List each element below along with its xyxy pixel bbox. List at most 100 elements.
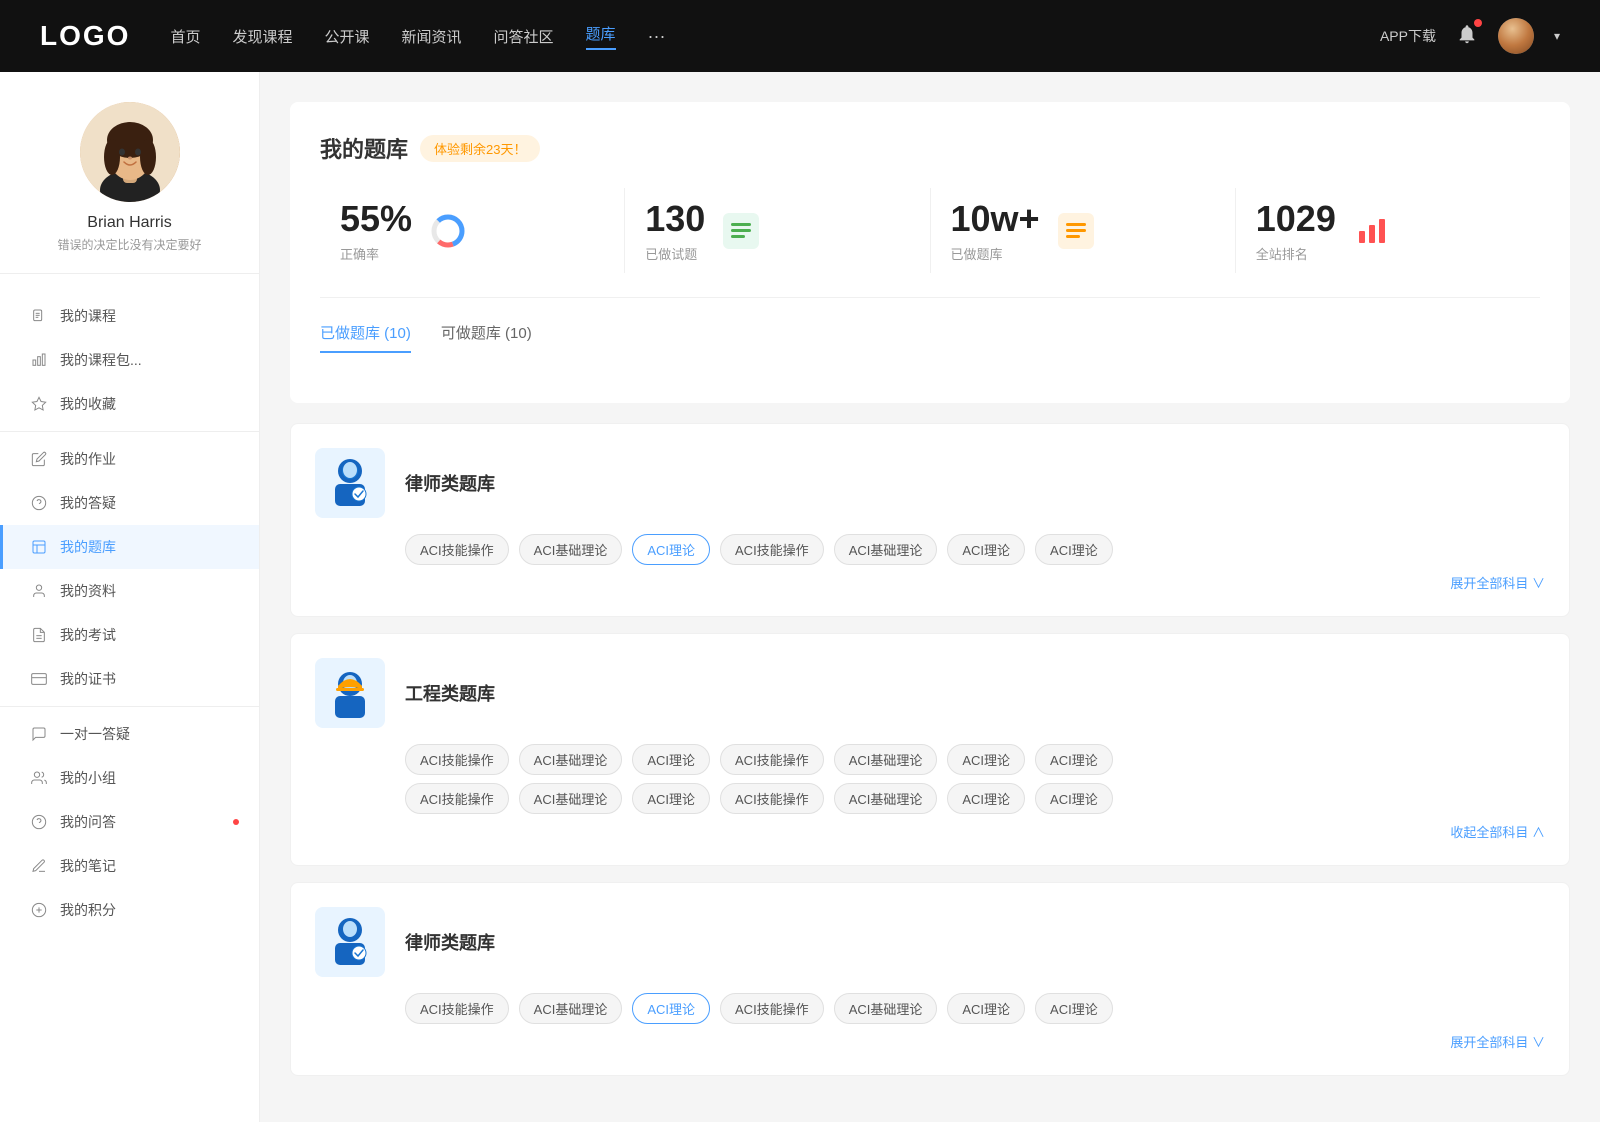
sidebar-label-points: 我的积分 xyxy=(60,900,116,920)
logo: LOGO xyxy=(40,20,130,52)
bank-expand-0[interactable]: 展开全部科目 ∨ xyxy=(315,573,1545,592)
bank-tag-s1-3[interactable]: ACI技能操作 xyxy=(720,783,824,814)
sidebar-item-course-package[interactable]: 我的课程包... xyxy=(0,338,259,382)
user-avatar-header[interactable] xyxy=(1498,18,1534,54)
nav-home[interactable]: 首页 xyxy=(170,26,200,47)
stat-rank-info: 1029 全站排名 xyxy=(1256,198,1336,263)
stat-questions-info: 130 已做试题 xyxy=(645,198,705,263)
sidebar-item-courses[interactable]: 我的课程 xyxy=(0,294,259,338)
bank-section-0: 律师类题库 ACI技能操作 ACI基础理论 ACI理论 ACI技能操作 ACI基… xyxy=(290,423,1570,617)
bank-tag-1-5[interactable]: ACI理论 xyxy=(947,744,1025,775)
stats-card: 我的题库 体验剩余23天！ 55% 正确率 xyxy=(290,102,1570,403)
bank-tag-2-1[interactable]: ACI基础理论 xyxy=(519,993,623,1024)
bank-tag-s1-4[interactable]: ACI基础理论 xyxy=(834,783,938,814)
one-on-one-icon xyxy=(30,725,48,743)
main-content: 我的题库 体验剩余23天！ 55% 正确率 xyxy=(260,72,1600,1122)
nav-courses[interactable]: 发现课程 xyxy=(232,26,292,47)
sidebar-item-favorites[interactable]: 我的收藏 xyxy=(0,382,259,426)
list-orange-icon xyxy=(1056,211,1096,251)
bank-tag-1-2[interactable]: ACI理论 xyxy=(632,744,710,775)
avatar-image xyxy=(1498,18,1534,54)
sidebar-item-one-on-one[interactable]: 一对一答疑 xyxy=(0,712,259,756)
bank-tag-s1-2[interactable]: ACI理论 xyxy=(632,783,710,814)
bank-section-2: 律师类题库 ACI技能操作 ACI基础理论 ACI理论 ACI技能操作 ACI基… xyxy=(290,882,1570,1076)
bank-tags-second-1: ACI技能操作 ACI基础理论 ACI理论 ACI技能操作 ACI基础理论 AC… xyxy=(405,783,1545,814)
bank-tags-1: ACI技能操作 ACI基础理论 ACI理论 ACI技能操作 ACI基础理论 AC… xyxy=(405,744,1545,775)
sidebar-item-exams[interactable]: 我的考试 xyxy=(0,613,259,657)
bank-tag-2-5[interactable]: ACI理论 xyxy=(947,993,1025,1024)
nav-news[interactable]: 新闻资讯 xyxy=(402,26,462,47)
bank-header-2: 律师类题库 xyxy=(315,907,1545,977)
user-dropdown-chevron[interactable]: ▾ xyxy=(1554,29,1560,43)
header: LOGO 首页 发现课程 公开课 新闻资讯 问答社区 题库 ··· APP下载 … xyxy=(0,0,1600,72)
sidebar-item-groups[interactable]: 我的小组 xyxy=(0,756,259,800)
bank-header-1: 工程类题库 xyxy=(315,658,1545,728)
tab-done-banks[interactable]: 已做题库 (10) xyxy=(320,322,411,353)
group-icon xyxy=(30,769,48,787)
star-icon xyxy=(30,395,48,413)
bank-tag-2-4[interactable]: ACI基础理论 xyxy=(834,993,938,1024)
bank-tag-s1-0[interactable]: ACI技能操作 xyxy=(405,783,509,814)
user-profile: Brian Harris 错误的决定比没有决定要好 xyxy=(0,102,259,274)
bank-tags-0: ACI技能操作 ACI基础理论 ACI理论 ACI技能操作 ACI基础理论 AC… xyxy=(405,534,1545,565)
user-name: Brian Harris xyxy=(87,214,171,232)
sidebar-label-courses: 我的课程 xyxy=(60,306,116,326)
bank-tag-1-1[interactable]: ACI基础理论 xyxy=(519,744,623,775)
bank-expand-2[interactable]: 展开全部科目 ∨ xyxy=(315,1032,1545,1051)
nav-opencourse[interactable]: 公开课 xyxy=(324,26,369,47)
bank-tag-2-0[interactable]: ACI技能操作 xyxy=(405,993,509,1024)
main-nav: 首页 发现课程 公开课 新闻资讯 问答社区 题库 ··· xyxy=(170,23,1340,50)
bank-title-2: 律师类题库 xyxy=(405,929,495,955)
sidebar-item-profile[interactable]: 我的资料 xyxy=(0,569,259,613)
bank-title-0: 律师类题库 xyxy=(405,470,495,496)
bank-tag-0-5[interactable]: ACI理论 xyxy=(947,534,1025,565)
bank-tag-1-4[interactable]: ACI基础理论 xyxy=(834,744,938,775)
bank-tag-0-0[interactable]: ACI技能操作 xyxy=(405,534,509,565)
sidebar-item-qna[interactable]: 我的问答 xyxy=(0,800,259,844)
bank-tag-1-3[interactable]: ACI技能操作 xyxy=(720,744,824,775)
sidebar-item-answers[interactable]: 我的答疑 xyxy=(0,481,259,525)
sidebar-item-certs[interactable]: 我的证书 xyxy=(0,657,259,701)
stat-questions-label: 已做试题 xyxy=(645,244,705,263)
tab-available-banks[interactable]: 可做题库 (10) xyxy=(441,322,532,353)
notification-bell[interactable] xyxy=(1456,23,1478,50)
nav-more[interactable]: ··· xyxy=(648,26,666,47)
bank-tag-2-2[interactable]: ACI理论 xyxy=(632,993,710,1024)
bank-tag-1-0[interactable]: ACI技能操作 xyxy=(405,744,509,775)
sidebar-label-qna: 我的问答 xyxy=(60,812,116,832)
sidebar-item-bank[interactable]: 我的题库 xyxy=(0,525,259,569)
notes-icon xyxy=(30,857,48,875)
lawyer-icon-2 xyxy=(315,907,385,977)
bank-tag-0-6[interactable]: ACI理论 xyxy=(1035,534,1113,565)
nav-bank[interactable]: 题库 xyxy=(586,23,616,50)
bank-tag-1-6[interactable]: ACI理论 xyxy=(1035,744,1113,775)
sidebar-item-notes[interactable]: 我的笔记 xyxy=(0,844,259,888)
exam-icon xyxy=(30,626,48,644)
sidebar-item-points[interactable]: 我的积分 xyxy=(0,888,259,932)
bank-tag-0-4[interactable]: ACI基础理论 xyxy=(834,534,938,565)
nav-qa[interactable]: 问答社区 xyxy=(494,26,554,47)
app-download-btn[interactable]: APP下载 xyxy=(1380,26,1436,46)
lawyer-icon-0 xyxy=(315,448,385,518)
bank-tag-0-3[interactable]: ACI技能操作 xyxy=(720,534,824,565)
bank-tag-0-1[interactable]: ACI基础理论 xyxy=(519,534,623,565)
stat-banks-label: 已做题库 xyxy=(951,244,1040,263)
bank-tag-2-6[interactable]: ACI理论 xyxy=(1035,993,1113,1024)
sidebar-label-homework: 我的作业 xyxy=(60,449,116,469)
bank-tag-s1-6[interactable]: ACI理论 xyxy=(1035,783,1113,814)
bank-tag-s1-5[interactable]: ACI理论 xyxy=(947,783,1025,814)
certificate-icon xyxy=(30,670,48,688)
bank-expand-1[interactable]: 收起全部科目 ∧ xyxy=(315,822,1545,841)
user-avatar-sidebar xyxy=(80,102,180,202)
page-title: 我的题库 xyxy=(320,132,408,164)
user-motto: 错误的决定比没有决定要好 xyxy=(57,236,201,253)
bank-tag-2-3[interactable]: ACI技能操作 xyxy=(720,993,824,1024)
menu-divider-1 xyxy=(0,431,259,432)
bank-tag-0-2[interactable]: ACI理论 xyxy=(632,534,710,565)
sidebar-label-notes: 我的笔记 xyxy=(60,856,116,876)
sidebar-menu: 我的课程 我的课程包... 我的收藏 xyxy=(0,284,259,942)
bank-tag-s1-1[interactable]: ACI基础理论 xyxy=(519,783,623,814)
bar-chart-red-icon xyxy=(1352,211,1392,251)
sidebar-item-homework[interactable]: 我的作业 xyxy=(0,437,259,481)
bank-header-0: 律师类题库 xyxy=(315,448,1545,518)
